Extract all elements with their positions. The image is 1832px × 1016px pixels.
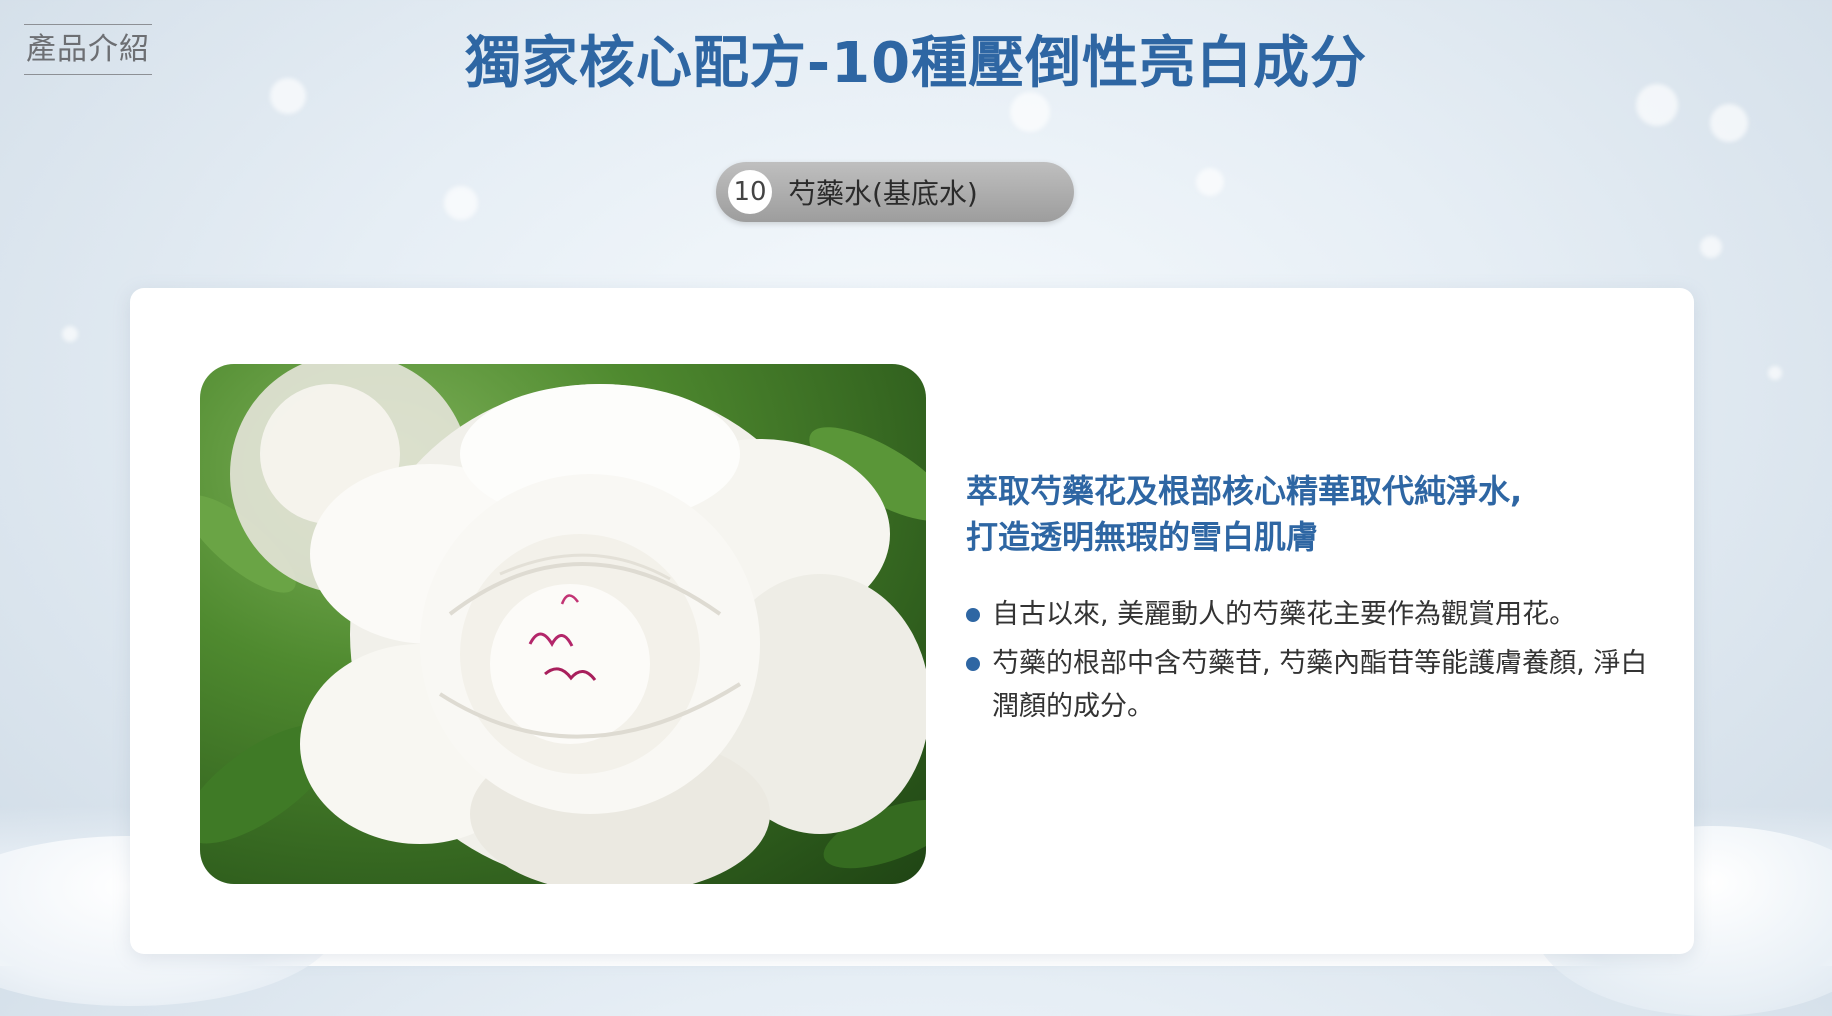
white-peony-image [200, 364, 926, 884]
bullet-text: 自古以來, 美麗動人的芍藥花主要作為觀賞用花。 [992, 598, 1577, 630]
ingredient-card: 萃取芍藥花及根部核心精華取代純淨水, 打造透明無瑕的雪白肌膚 自古以來, 美麗動… [130, 288, 1694, 954]
snow-bokeh [62, 326, 78, 342]
title-line: 萃取芍藥花及根部核心精華取代純淨水, [966, 472, 1523, 510]
ingredient-bullet-list: 自古以來, 美麗動人的芍藥花主要作為觀賞用花。 芍藥的根部中含芍藥苷, 芍藥內酯… [966, 593, 1666, 729]
bullet-dot-icon [966, 656, 980, 671]
snow-bokeh [1196, 168, 1224, 196]
snow-bokeh [444, 186, 478, 220]
snow-bokeh [1768, 366, 1782, 380]
ingredient-pill: 10 芍藥水(基底水) [716, 162, 1074, 222]
ingredient-description-title: 萃取芍藥花及根部核心精華取代純淨水, 打造透明無瑕的雪白肌膚 [966, 468, 1666, 561]
list-item: 自古以來, 美麗動人的芍藥花主要作為觀賞用花。 [966, 593, 1666, 636]
peony-photo [200, 364, 926, 884]
bullet-dot-icon [966, 607, 980, 622]
ingredient-number-badge: 10 [728, 170, 772, 214]
ingredient-name: 芍藥水(基底水) [788, 177, 978, 210]
ingredient-description: 萃取芍藥花及根部核心精華取代純淨水, 打造透明無瑕的雪白肌膚 自古以來, 美麗動… [966, 468, 1666, 734]
snow-bokeh [1710, 104, 1748, 142]
title-line: 打造透明無瑕的雪白肌膚 [966, 518, 1319, 557]
page-headline: 獨家核心配方-10種壓倒性亮白成分 [464, 31, 1368, 96]
list-item: 芍藥的根部中含芍藥苷, 芍藥內酯苷等能護膚養顏, 淨白潤顏的成分。 [966, 642, 1666, 728]
bullet-text: 芍藥的根部中含芍藥苷, 芍藥內酯苷等能護膚養顏, 淨白潤顏的成分。 [992, 647, 1648, 723]
snow-bokeh [1700, 236, 1722, 258]
